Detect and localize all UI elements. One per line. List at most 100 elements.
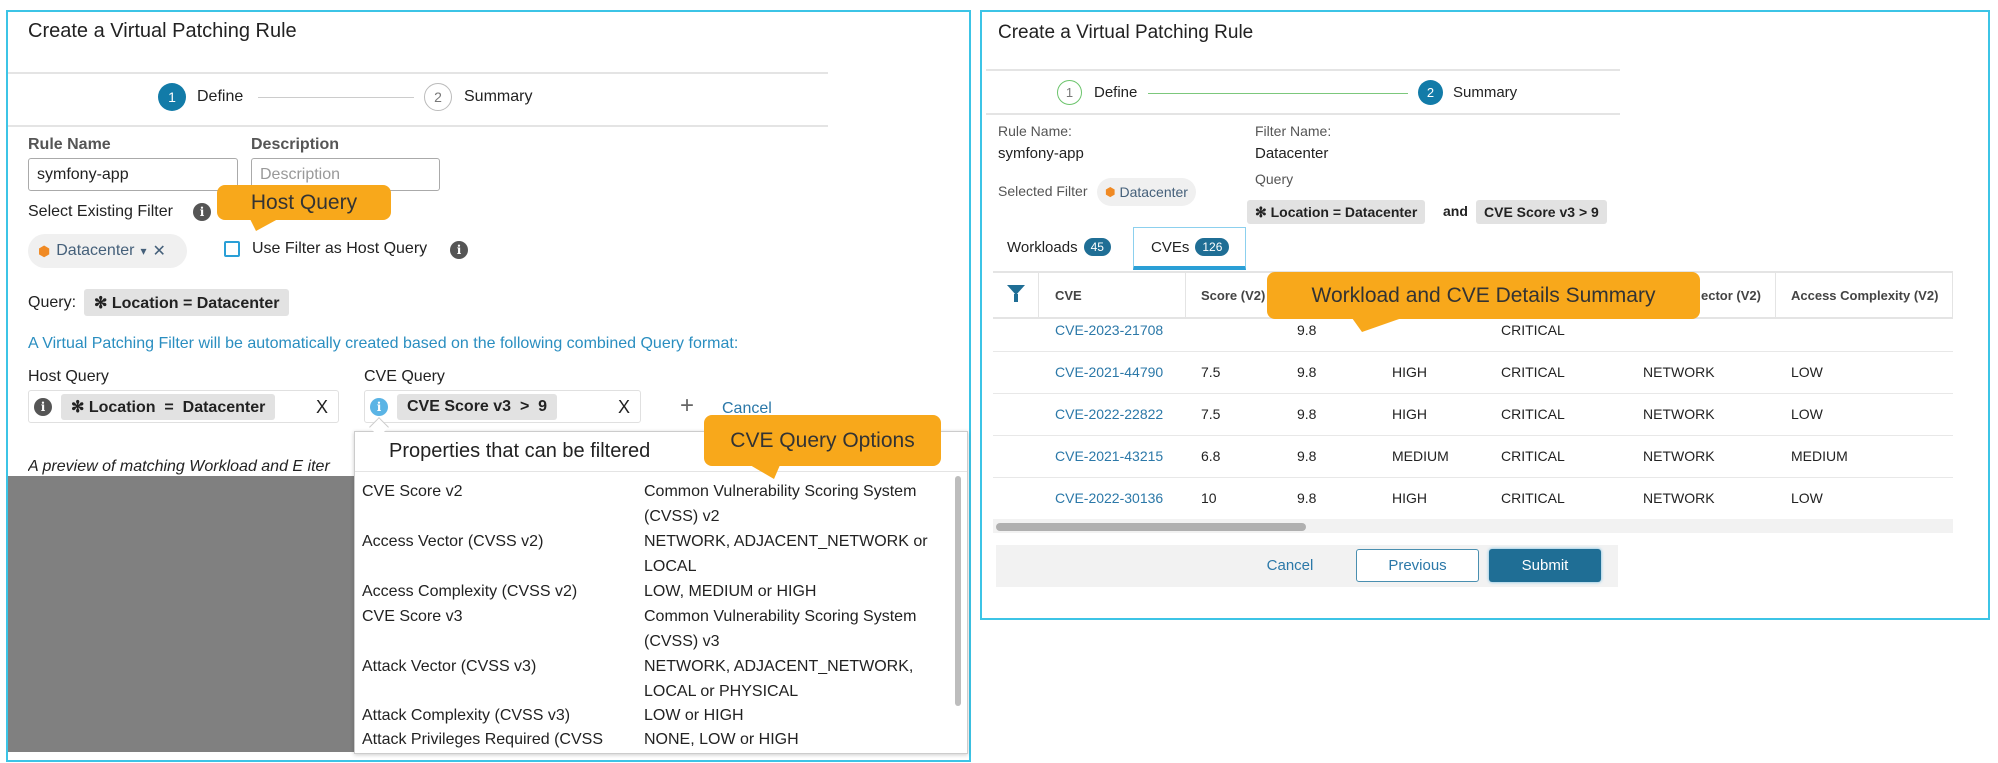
access-complexity-cell: LOW — [1791, 406, 1823, 422]
host-query-remove-icon[interactable]: X — [316, 397, 328, 418]
score-v2-cell: 10 — [1201, 490, 1217, 506]
column-header-cve[interactable]: CVE — [1055, 288, 1082, 303]
table-horizontal-scrollbar[interactable] — [996, 523, 1306, 531]
cube-icon: ⬢ — [38, 242, 51, 259]
description-label: Description — [251, 136, 340, 153]
property-item[interactable]: Attack Complexity (CVSS v3) — [362, 703, 570, 728]
selected-filter-chip[interactable]: ⬢ Datacenter ▾ ✕ — [28, 234, 187, 268]
property-desc: LOW or HIGH — [644, 707, 744, 724]
selected-filter-name: Datacenter — [56, 242, 135, 259]
filter-icon-stem — [1014, 294, 1018, 302]
property-item[interactable]: Access Vector (CVSS v2) — [362, 529, 543, 554]
rule-name-value: symfony-app — [37, 165, 129, 183]
use-filter-label[interactable]: Use Filter as Host Query — [252, 240, 427, 258]
cve-query-label: CVE Query — [364, 368, 445, 385]
step-2-label: Summary — [464, 88, 533, 105]
tab-cves-content[interactable]: CVEs 126 — [1151, 235, 1230, 259]
host-query-label: Host Query — [28, 368, 109, 385]
score-v2-cell: 7.5 — [1201, 406, 1221, 422]
previous-button[interactable]: Previous — [1356, 549, 1479, 582]
cve-id-link[interactable]: CVE-2023-21708 — [1055, 322, 1163, 338]
property-item[interactable]: Attack Vector (CVSS v3) — [362, 654, 536, 679]
select-filter-info-icon[interactable]: i — [193, 203, 211, 221]
cve-id-link[interactable]: CVE-2021-43215 — [1055, 448, 1163, 464]
query-joiner: and — [1443, 203, 1468, 219]
cancel-button[interactable]: Cancel — [1250, 549, 1330, 582]
access-vector-cell: NETWORK — [1643, 448, 1715, 464]
severity-v2-cell: HIGH — [1392, 490, 1427, 506]
header-divider — [8, 72, 828, 74]
host-query-info-icon[interactable]: i — [34, 398, 52, 416]
tab-workloads[interactable]: Workloads 45 — [1007, 235, 1111, 259]
property-item[interactable]: CVE Score v3 — [362, 604, 462, 629]
submit-button[interactable]: Submit — [1489, 549, 1601, 582]
property-name: Attack Vector (CVSS v3) — [362, 658, 537, 675]
severity-v3-cell: CRITICAL — [1501, 322, 1565, 338]
cve-query-options-callout: CVE Query Options — [704, 415, 941, 466]
cve-query-options-callout-tail — [750, 465, 780, 479]
column-header-score-v2[interactable]: Score (V2) — [1201, 288, 1265, 303]
property-desc: Common Vulnerability Scoring System (CVS… — [644, 483, 917, 525]
severity-v3-cell: CRITICAL — [1501, 490, 1565, 506]
right-header-divider — [986, 69, 1620, 71]
summary-query-chip-location: ✻ Location = Datacenter — [1247, 200, 1426, 224]
column-header-access-vector-v2[interactable]: ector (V2) — [1701, 288, 1761, 303]
severity-v3-cell: CRITICAL — [1501, 364, 1565, 380]
step-1-label: Define — [197, 88, 244, 105]
cve-query-info-icon[interactable]: i — [370, 398, 388, 416]
close-icon[interactable]: ✕ — [153, 241, 166, 261]
workloads-count-badge: 45 — [1083, 238, 1111, 256]
combined-query-info-text: A Virtual Patching Filter will be automa… — [28, 335, 739, 352]
use-filter-info-icon[interactable]: i — [450, 241, 468, 259]
property-item[interactable]: Access Complexity (CVSS v2) — [362, 579, 577, 604]
rule-name-label: Rule Name — [28, 136, 111, 153]
row-divider — [993, 477, 1953, 478]
right-step-1-indicator: 1 — [1057, 80, 1082, 105]
host-query-callout-tail — [250, 219, 278, 231]
rule-name-summary-value: symfony-app — [998, 145, 1084, 162]
cve-id-link[interactable]: CVE-2021-44790 — [1055, 364, 1163, 380]
cve-id-link[interactable]: CVE-2022-22822 — [1055, 406, 1163, 422]
property-item[interactable]: CVE Score v2 — [362, 479, 462, 504]
rule-name-input[interactable]: symfony-app — [28, 158, 238, 191]
property-name: Attack Privileges Required (CVSS — [362, 731, 603, 748]
right-step-2-indicator: 2 — [1418, 80, 1443, 105]
property-name: CVE Score v3 — [362, 608, 463, 625]
host-query-callout: Host Query — [217, 185, 391, 220]
severity-v2-cell: HIGH — [1392, 406, 1427, 422]
property-item[interactable]: Attack Privileges Required (CVSS — [362, 727, 603, 752]
severity-v3-cell: CRITICAL — [1501, 406, 1565, 422]
access-complexity-cell: LOW — [1791, 364, 1823, 380]
query-summary-label: Query — [1255, 171, 1294, 187]
filter-name-summary-label: Filter Name: — [1255, 123, 1332, 139]
property-desc: LOW, MEDIUM or HIGH — [644, 583, 817, 600]
property-desc: NETWORK, ADJACENT_NETWORK or LOCAL — [644, 533, 928, 575]
popup-scrollbar[interactable] — [955, 476, 961, 706]
right-steps-divider — [986, 113, 1620, 115]
step-2-indicator: 2 — [424, 83, 452, 111]
left-panel-title: Create a Virtual Patching Rule — [28, 20, 297, 42]
right-step-2-label: Summary — [1453, 84, 1518, 101]
cve-query-remove-icon[interactable]: X — [618, 397, 630, 418]
severity-v2-cell: MEDIUM — [1392, 448, 1449, 464]
chevron-down-icon[interactable]: ▾ — [141, 244, 147, 258]
cve-id-link[interactable]: CVE-2022-30136 — [1055, 490, 1163, 506]
score-v2-cell: 6.8 — [1201, 448, 1221, 464]
add-query-icon[interactable]: + — [680, 392, 694, 420]
step-1-indicator: 1 — [158, 83, 186, 111]
select-filter-label: Select Existing Filter — [28, 203, 173, 220]
property-desc: NETWORK, ADJACENT_NETWORK, LOCAL or PHYS… — [644, 658, 914, 700]
property-name: Access Vector (CVSS v2) — [362, 533, 544, 550]
column-header-access-complexity-v2[interactable]: Access Complexity (V2) — [1791, 288, 1938, 303]
filter-name-summary-value: Datacenter — [1255, 145, 1329, 162]
property-name: Access Complexity (CVSS v2) — [362, 583, 578, 600]
query-chip: ✻ Location = Datacenter — [84, 289, 290, 316]
tab-cves-label: CVEs — [1151, 238, 1190, 256]
right-panel-title: Create a Virtual Patching Rule — [998, 22, 1254, 43]
use-filter-checkbox[interactable] — [224, 241, 240, 257]
step-connector — [258, 97, 414, 98]
severity-v2-cell: HIGH — [1392, 364, 1427, 380]
selected-filter-summary-label: Selected Filter — [998, 183, 1088, 199]
access-vector-cell: NETWORK — [1643, 490, 1715, 506]
row-divider — [993, 351, 1953, 352]
